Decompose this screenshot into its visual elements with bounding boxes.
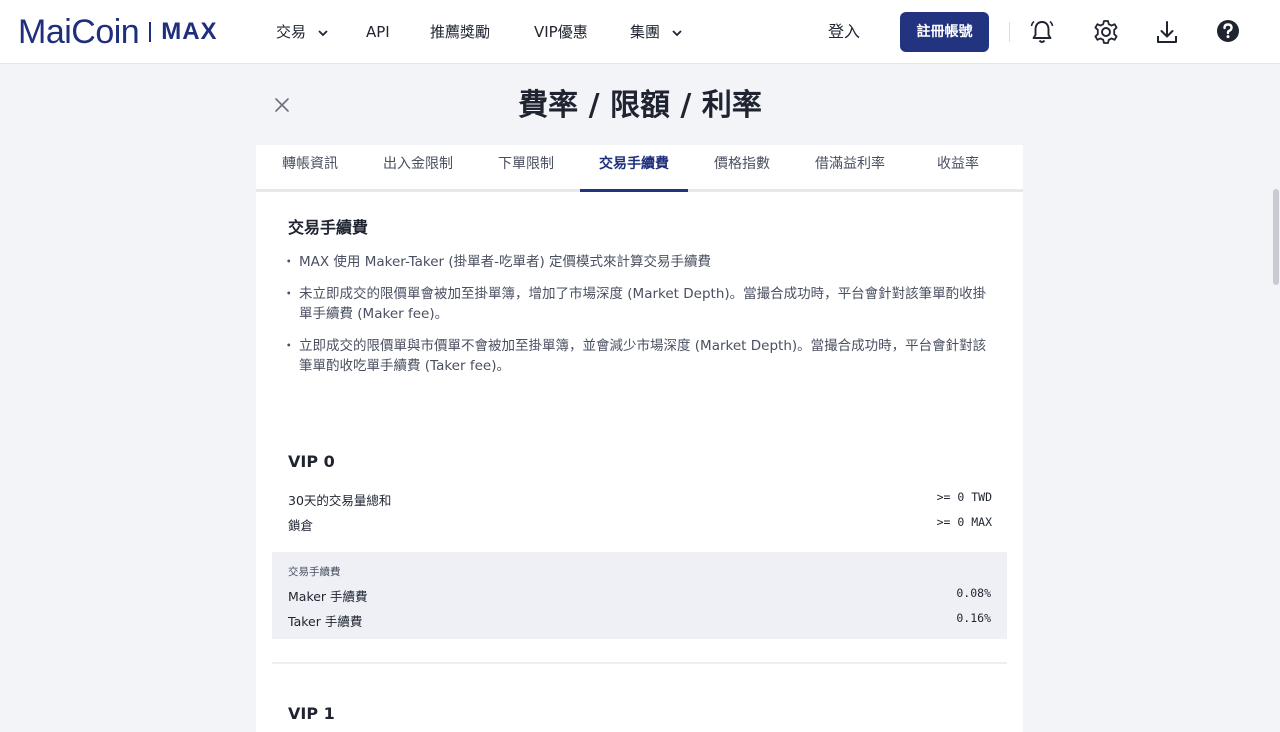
fee-value: 0.08% (956, 586, 991, 600)
fee-label: Taker 手續費 (288, 614, 363, 629)
nav-divider (1009, 22, 1010, 42)
help-icon[interactable] (1213, 17, 1243, 47)
requirement-label: 鎖倉 (288, 518, 314, 533)
nav-item-vip[interactable]: VIP優惠 (534, 20, 588, 44)
nav-item-label: VIP優惠 (534, 23, 588, 41)
fee-row-maker: Maker 手續費 0.08% (288, 586, 991, 604)
nav-item-api[interactable]: API (366, 20, 390, 44)
requirement-value: >= 0 TWD (936, 490, 992, 504)
info-bullet: 立即成交的限價單與市價單不會被加至掛單簿，並會減少市場深度 (Market De… (282, 336, 993, 376)
page-title: 費率 / 限額 / 利率 (518, 88, 762, 123)
chevron-down-icon (672, 29, 682, 36)
fee-row-taker: Taker 手續費 0.16% (288, 611, 991, 629)
fee-label: Maker 手續費 (288, 589, 368, 604)
nav-item-group[interactable]: 集團 (630, 20, 683, 44)
top-nav: MaiCoin MAX 交易 API 推薦獎勵 VIP優惠 集團 登入 註冊帳號 (0, 0, 1280, 64)
nav-item-referral[interactable]: 推薦獎勵 (430, 20, 490, 44)
gear-icon[interactable] (1091, 17, 1121, 47)
tab-lending-rates[interactable]: 借滿益利率 (796, 145, 904, 189)
content-card: 交易手續費 MAX 使用 Maker-Taker (掛單者-吃單者) 定價模式來… (256, 192, 1023, 732)
tab-trading-fees[interactable]: 交易手續費 (580, 145, 688, 192)
tab-bar: 轉帳資訊 出入金限制 下單限制 交易手續費 價格指數 借滿益利率 收益率 (256, 145, 1023, 192)
login-link[interactable]: 登入 (828, 20, 860, 44)
chevron-down-icon (318, 29, 328, 36)
maicoin-max-logo[interactable]: MaiCoin MAX (18, 12, 218, 52)
tab-order-limits[interactable]: 下單限制 (472, 145, 580, 189)
tab-price-index[interactable]: 價格指數 (688, 145, 796, 189)
download-icon[interactable] (1152, 17, 1182, 47)
fee-box-label: 交易手續費 (288, 566, 341, 578)
nav-item-label: 交易 (276, 23, 307, 41)
vip-requirement-row: 30天的交易量總和 >= 0 TWD (288, 490, 992, 510)
nav-item-label: 集團 (630, 23, 661, 41)
nav-item-label: API (366, 23, 390, 41)
signup-button[interactable]: 註冊帳號 (900, 12, 989, 52)
vip-level-title: VIP 0 (288, 452, 335, 471)
fee-value: 0.16% (956, 611, 991, 625)
info-bullet: MAX 使用 Maker-Taker (掛單者-吃單者) 定價模式來計算交易手續… (282, 252, 993, 272)
nav-item-trade[interactable]: 交易 (276, 20, 329, 44)
nav-item-label: 推薦獎勵 (430, 23, 491, 41)
tab-transfer-info[interactable]: 轉帳資訊 (256, 145, 364, 189)
vip-requirement-row: 鎖倉 >= 0 MAX (288, 515, 992, 535)
bell-icon[interactable] (1027, 17, 1057, 47)
vip-level-title: VIP 1 (288, 704, 335, 723)
tab-deposit-withdraw-limits[interactable]: 出入金限制 (364, 145, 472, 189)
section-title: 交易手續費 (288, 218, 369, 237)
section-divider (272, 662, 1007, 664)
brand-name: MaiCoin (18, 12, 140, 51)
requirement-value: >= 0 MAX (936, 515, 992, 529)
tab-yield-rates[interactable]: 收益率 (904, 145, 1012, 189)
info-bullet: 未立即成交的限價單會被加至掛單簿，增加了市場深度 (Market Depth)。… (282, 284, 993, 324)
brand-product: MAX (161, 18, 218, 45)
scrollbar-thumb[interactable] (1273, 189, 1279, 285)
requirement-label: 30天的交易量總和 (288, 493, 392, 508)
fee-box: 交易手續費 Maker 手續費 0.08% Taker 手續費 0.16% (272, 552, 1007, 639)
logo-divider (149, 22, 152, 42)
